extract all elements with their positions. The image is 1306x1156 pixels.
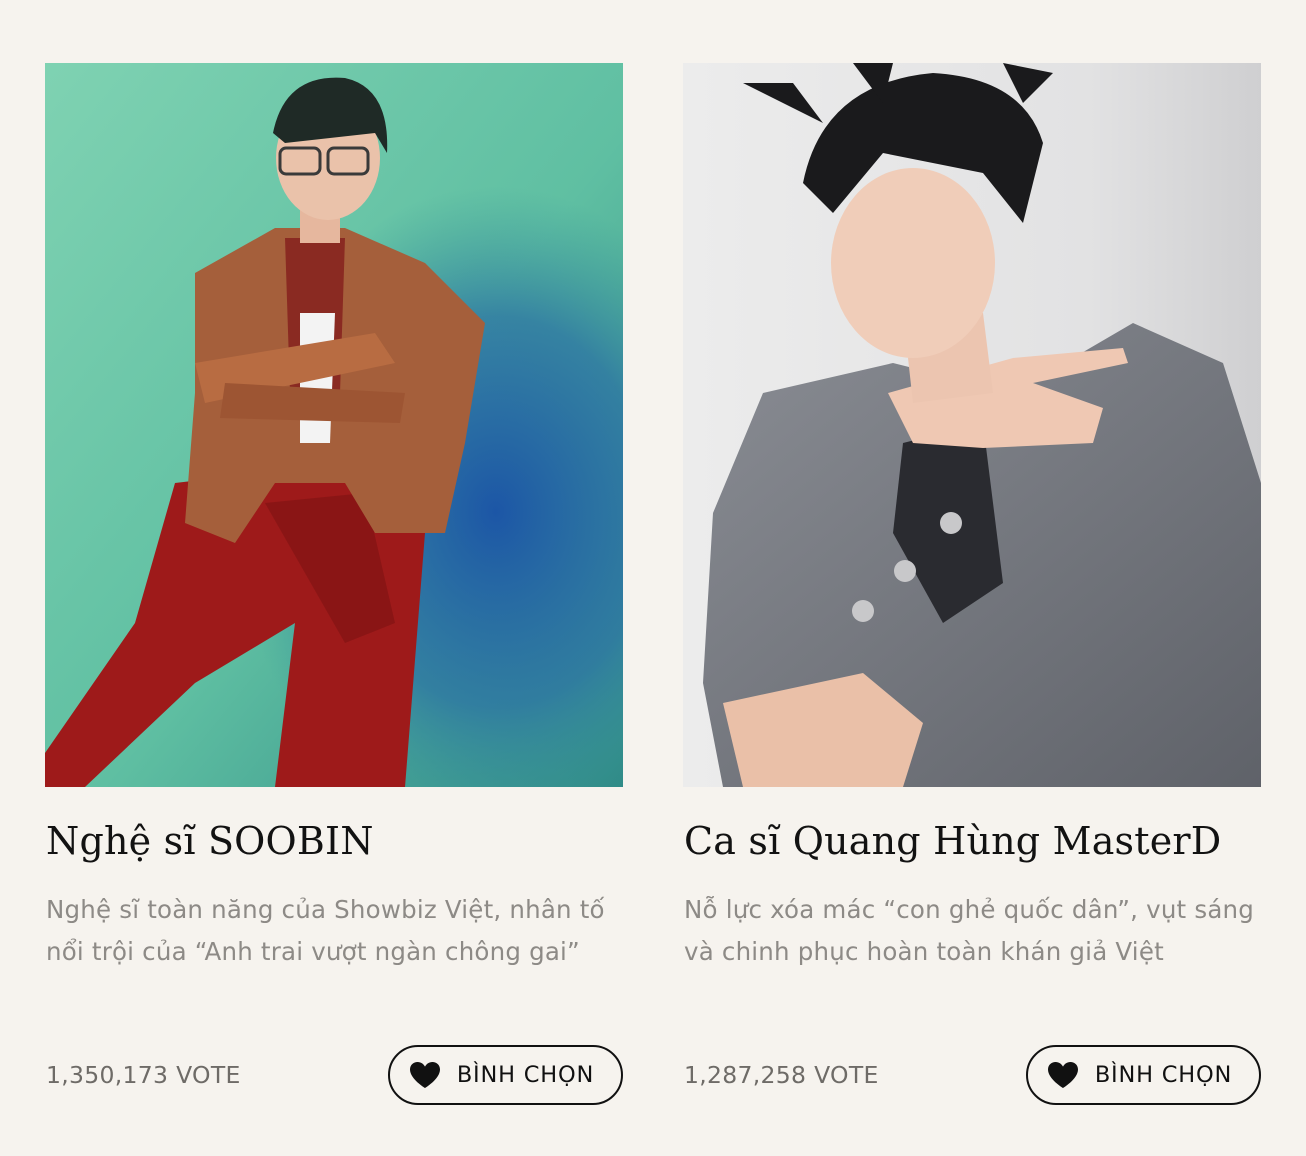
vote-button-label: BÌNH CHỌN bbox=[1094, 1062, 1233, 1088]
nominee-photo[interactable] bbox=[683, 63, 1261, 787]
vote-count: 1,287,258 VOTE bbox=[684, 1061, 879, 1089]
vote-button[interactable]: BÌNH CHỌN bbox=[388, 1045, 623, 1105]
vote-button-label: BÌNH CHỌN bbox=[456, 1062, 595, 1088]
vote-count: 1,350,173 VOTE bbox=[46, 1061, 241, 1089]
nominee-grid: Nghệ sĩ SOOBIN Nghệ sĩ toàn năng của Sho… bbox=[0, 0, 1306, 1156]
nominee-description: Nỗ lực xóa mác “con ghẻ quốc dân”, vụt s… bbox=[684, 895, 1255, 966]
photo-artwork bbox=[45, 63, 623, 787]
photo-artwork bbox=[683, 63, 1261, 787]
vote-button[interactable]: BÌNH CHỌN bbox=[1026, 1045, 1261, 1105]
heart-icon bbox=[409, 1062, 440, 1088]
nominee-name: Ca sĩ Quang Hùng MasterD bbox=[684, 819, 1222, 863]
nominee-card: Nghệ sĩ SOOBIN Nghệ sĩ toàn năng của Sho… bbox=[45, 63, 623, 1123]
heart-icon bbox=[1047, 1062, 1078, 1088]
nominee-card: Ca sĩ Quang Hùng MasterD Nỗ lực xóa mác … bbox=[683, 63, 1261, 1123]
nominee-description: Nghệ sĩ toàn năng của Showbiz Việt, nhân… bbox=[46, 895, 605, 966]
nominee-name: Nghệ sĩ SOOBIN bbox=[46, 819, 374, 863]
nominee-photo[interactable] bbox=[45, 63, 623, 787]
